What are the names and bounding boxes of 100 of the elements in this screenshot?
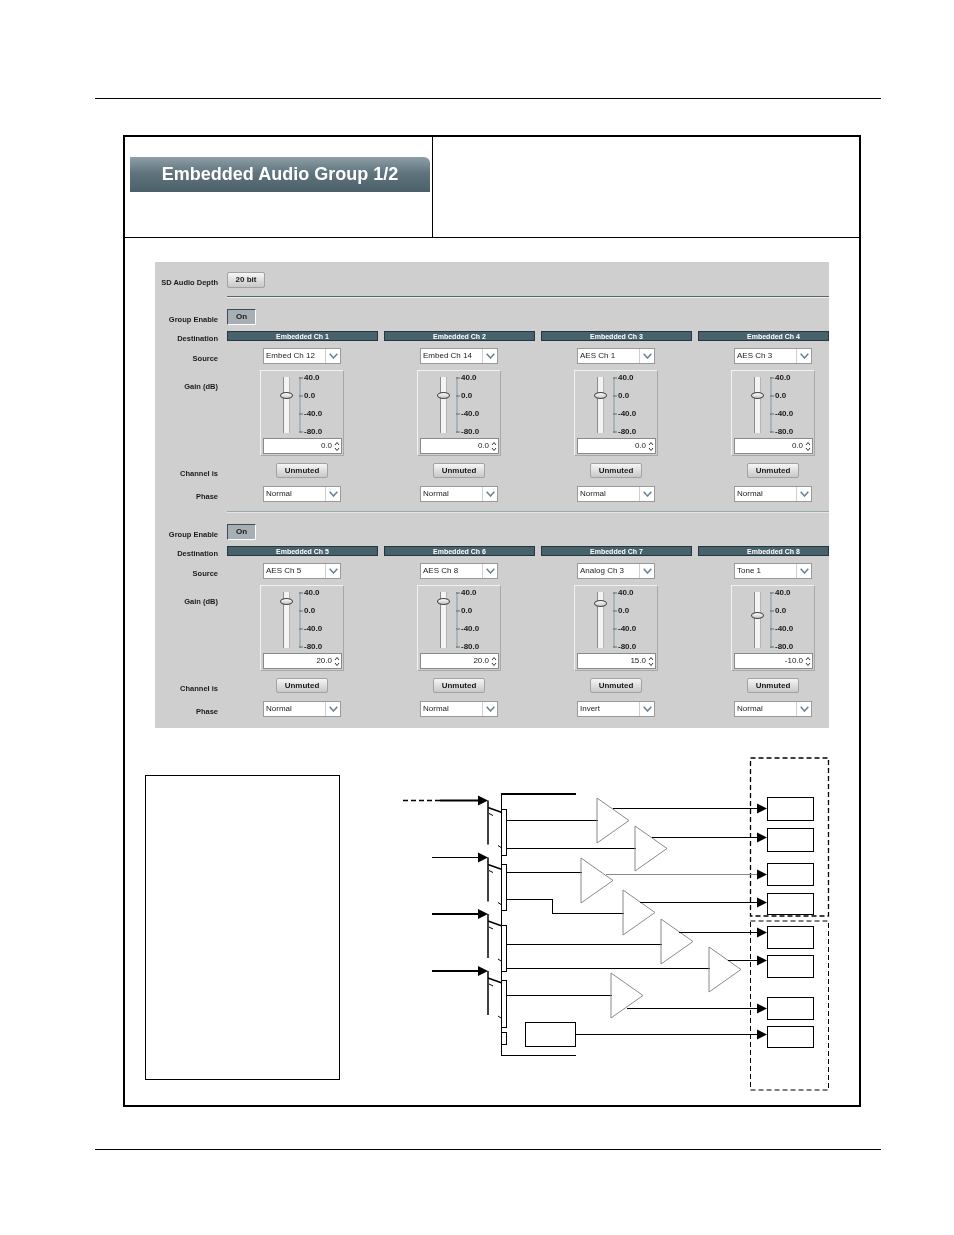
scale-label: -40.0 xyxy=(461,625,480,633)
scale-label: -80.0 xyxy=(775,643,794,651)
slider-thumb[interactable] xyxy=(280,392,293,400)
phase-dropdown[interactable]: Normal xyxy=(420,486,498,502)
slider-track[interactable] xyxy=(594,377,607,433)
spinner-arrows-icon xyxy=(805,440,811,452)
slider-track[interactable] xyxy=(437,377,450,433)
slider-thumb[interactable] xyxy=(594,600,607,608)
source-dropdown[interactable]: Analog Ch 3 xyxy=(577,563,655,579)
output-box xyxy=(767,997,814,1020)
tick-marks-icon xyxy=(298,592,303,648)
phase-dropdown[interactable]: Normal xyxy=(263,486,341,502)
chevron-down-icon xyxy=(799,568,809,574)
slider-track[interactable] xyxy=(594,592,607,648)
slider-track[interactable] xyxy=(280,377,293,433)
gain-value-field[interactable]: 0.0 xyxy=(263,438,342,454)
slider-thumb[interactable] xyxy=(751,392,764,400)
scale-label: -80.0 xyxy=(461,643,480,651)
slider-track[interactable] xyxy=(751,377,764,433)
source-dropdown[interactable]: AES Ch 3 xyxy=(734,348,812,364)
gain-value-field[interactable]: 0.0 xyxy=(577,438,656,454)
mute-button[interactable]: Unmuted xyxy=(590,678,642,693)
multiplexer-symbol xyxy=(487,913,507,972)
phase-dropdown[interactable]: Invert xyxy=(577,701,655,717)
scale-label: 40.0 xyxy=(461,589,478,597)
chevron-down-icon xyxy=(485,706,495,712)
gain-value-field[interactable]: 15.0 xyxy=(577,653,656,669)
gain-value-field[interactable]: -10.0 xyxy=(734,653,813,669)
source-dropdown[interactable]: AES Ch 1 xyxy=(577,348,655,364)
group-enable-toggle[interactable]: On xyxy=(227,524,256,540)
scale-label: -80.0 xyxy=(775,428,794,436)
scale-label: 0.0 xyxy=(304,607,317,615)
slider-track[interactable] xyxy=(280,592,293,648)
chevron-down-icon xyxy=(485,491,495,497)
chevron-down-icon xyxy=(799,353,809,359)
chevron-down-icon xyxy=(485,353,495,359)
output-box xyxy=(767,1026,814,1048)
mute-button[interactable]: Unmuted xyxy=(276,678,328,693)
chevron-down-icon xyxy=(642,491,652,497)
phase-dropdown[interactable]: Normal xyxy=(263,701,341,717)
gain-value-field[interactable]: 20.0 xyxy=(263,653,342,669)
mute-button[interactable]: Unmuted xyxy=(747,463,799,478)
scale-label: -80.0 xyxy=(461,428,480,436)
multiplexer-symbol xyxy=(487,970,507,1028)
source-dropdown[interactable]: Tone 1 xyxy=(734,563,812,579)
slider-thumb[interactable] xyxy=(594,392,607,400)
spinner-arrows-icon xyxy=(334,655,340,667)
slider-track[interactable] xyxy=(437,592,450,648)
spinner-arrows-icon xyxy=(491,655,497,667)
chevron-down-icon xyxy=(642,706,652,712)
slider-thumb[interactable] xyxy=(437,392,450,400)
slider-track[interactable] xyxy=(751,592,764,648)
chevron-down-icon xyxy=(799,706,809,712)
amplifier-triangle xyxy=(580,857,614,904)
mute-button[interactable]: Unmuted xyxy=(433,678,485,693)
chevron-down-icon xyxy=(642,568,652,574)
spinner-arrows-icon xyxy=(805,655,811,667)
gain-value-field[interactable]: 20.0 xyxy=(420,653,499,669)
slider-thumb[interactable] xyxy=(751,611,764,619)
mute-button[interactable]: Unmuted xyxy=(433,463,485,478)
tick-marks-icon xyxy=(769,377,774,433)
gain-value-field[interactable]: 0.0 xyxy=(420,438,499,454)
slider-thumb[interactable] xyxy=(280,597,293,605)
mute-button[interactable]: Unmuted xyxy=(590,463,642,478)
output-box xyxy=(767,893,814,915)
scale-label: 40.0 xyxy=(618,374,635,382)
slider-thumb[interactable] xyxy=(437,597,450,605)
multiplexer-symbol xyxy=(487,856,507,911)
phase-dropdown[interactable]: Normal xyxy=(420,701,498,717)
source-box xyxy=(525,1022,576,1047)
tick-marks-icon xyxy=(455,377,460,433)
audio-depth-button[interactable]: 20 bit xyxy=(227,272,265,288)
amplifier-triangle xyxy=(610,972,644,1019)
gain-value-field[interactable]: 0.0 xyxy=(734,438,813,454)
scale-label: 40.0 xyxy=(775,589,792,597)
multiplexer-symbol xyxy=(487,799,507,856)
source-dropdown[interactable]: AES Ch 8 xyxy=(420,563,498,579)
tick-marks-icon xyxy=(455,592,460,648)
scale-label: -40.0 xyxy=(618,625,637,633)
scale-label: 0.0 xyxy=(461,607,474,615)
group-enable-toggle[interactable]: On xyxy=(227,309,256,325)
scale-label: 0.0 xyxy=(304,392,317,400)
output-box xyxy=(767,926,814,949)
tick-marks-icon xyxy=(612,592,617,648)
tick-marks-icon xyxy=(612,377,617,433)
source-dropdown[interactable]: Embed Ch 14 xyxy=(420,348,498,364)
phase-dropdown[interactable]: Normal xyxy=(577,486,655,502)
scale-label: 0.0 xyxy=(775,607,788,615)
output-arrow xyxy=(727,955,767,966)
phase-dropdown[interactable]: Normal xyxy=(734,486,812,502)
scale-label: 0.0 xyxy=(618,607,631,615)
chevron-down-icon xyxy=(328,491,338,497)
source-dropdown[interactable]: AES Ch 5 xyxy=(263,563,341,579)
scale-label: 0.0 xyxy=(618,392,631,400)
mute-button[interactable]: Unmuted xyxy=(276,463,328,478)
output-box xyxy=(767,828,814,852)
mute-button[interactable]: Unmuted xyxy=(747,678,799,693)
phase-dropdown[interactable]: Normal xyxy=(734,701,812,717)
chevron-down-icon xyxy=(328,568,338,574)
source-dropdown[interactable]: Embed Ch 12 xyxy=(263,348,341,364)
